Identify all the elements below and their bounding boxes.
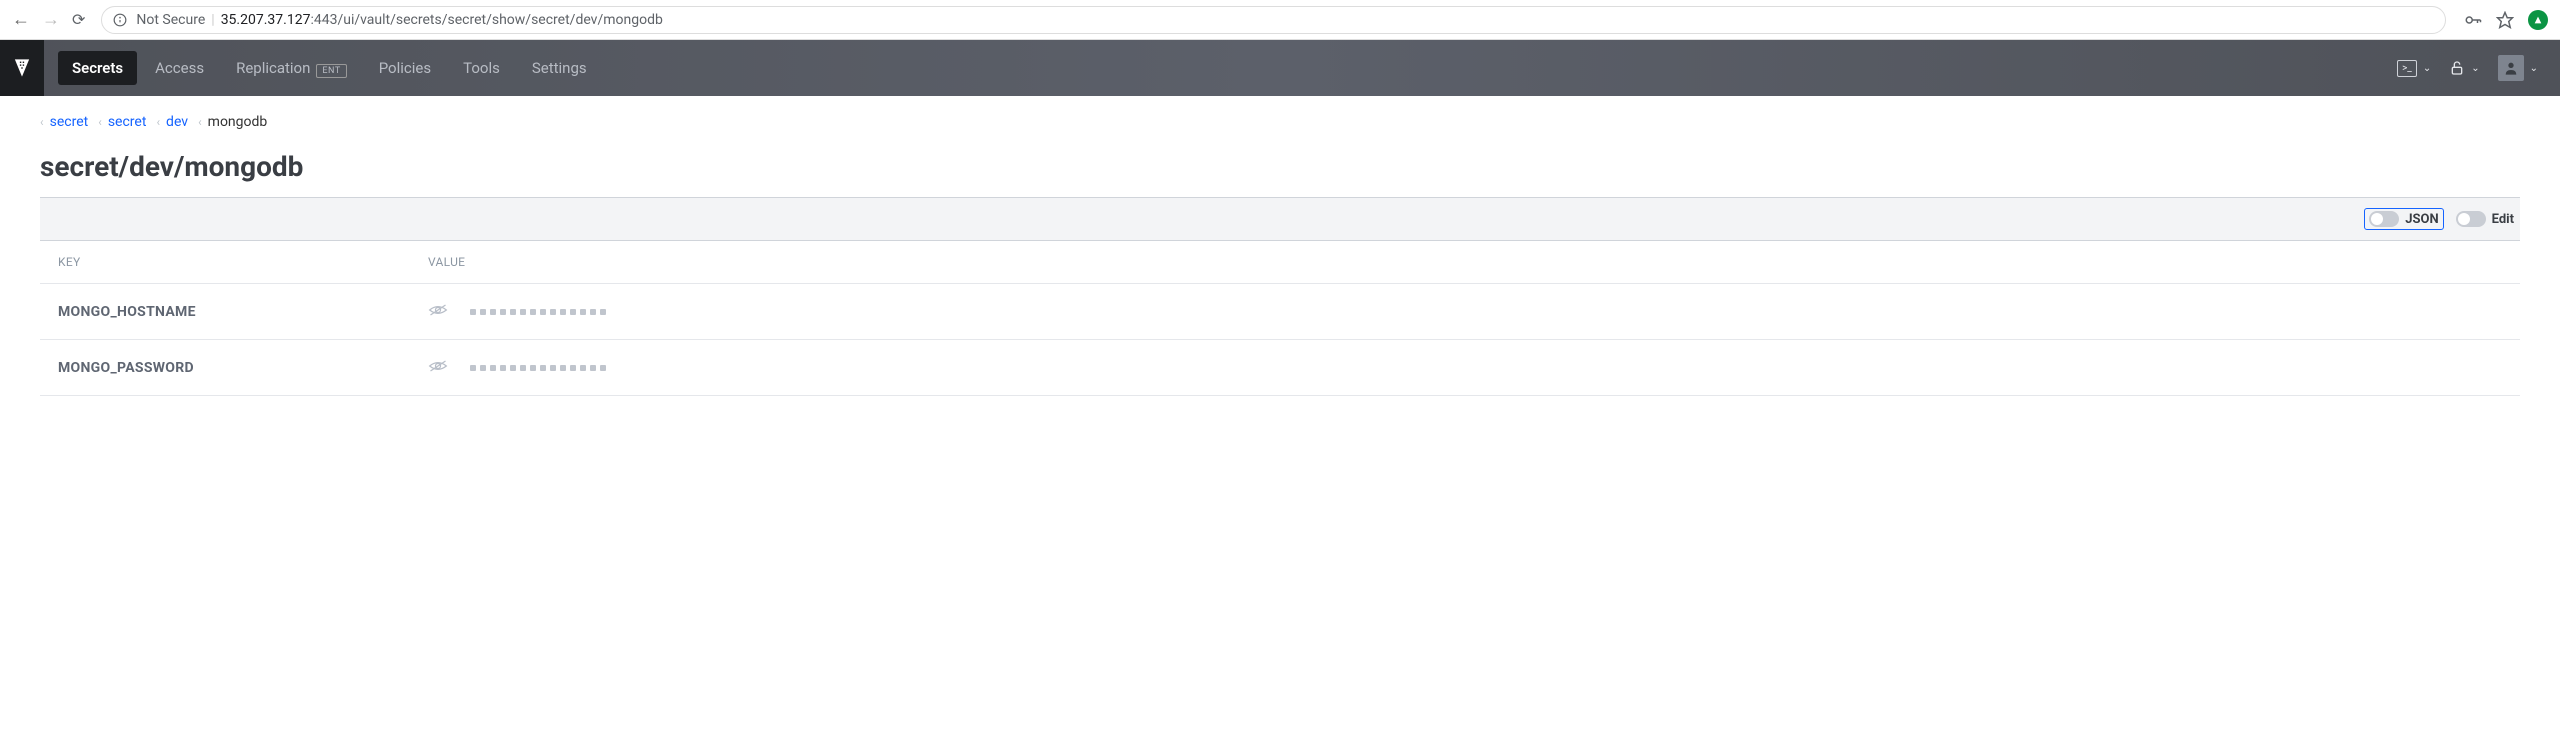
app-header: Secrets Access ReplicationENT Policies T… [0,40,2560,96]
back-button[interactable]: ← [12,9,30,30]
chevron-left-icon: ‹ [40,115,44,129]
reload-button[interactable]: ⟳ [72,10,85,29]
key-icon[interactable] [2464,11,2482,29]
chevron-left-icon: ‹ [156,115,160,129]
json-toggle-group: JSON [2364,208,2443,230]
table-row: MONGO_PASSWORD [40,340,2520,396]
chevron-left-icon: ‹ [98,115,102,129]
breadcrumb-link[interactable]: secret [108,114,147,130]
breadcrumb: ‹ secret ‹ secret ‹ dev ‹ mongodb [40,114,2520,130]
nav-secrets[interactable]: Secrets [58,51,137,85]
json-toggle[interactable] [2369,211,2399,227]
edit-toggle[interactable] [2456,211,2486,227]
masked-value [470,309,606,315]
chevron-down-icon: ⌄ [2530,63,2538,74]
col-key: KEY [58,255,428,269]
breadcrumb-current: mongodb [208,114,268,130]
reveal-icon[interactable] [428,302,448,321]
console-menu[interactable]: >_ ⌄ [2397,60,2431,77]
secret-toolbar: JSON Edit [40,197,2520,241]
star-icon[interactable] [2496,11,2514,29]
breadcrumb-link[interactable]: secret [50,114,89,130]
edit-toggle-group: Edit [2456,211,2514,227]
edit-label: Edit [2492,212,2514,227]
forward-button[interactable]: → [42,9,60,30]
secret-key: MONGO_PASSWORD [58,360,428,376]
page-title: secret/dev/mongodb [40,150,2520,183]
extension-icon[interactable] [2528,10,2548,30]
nav-access[interactable]: Access [141,51,218,85]
main-nav: Secrets Access ReplicationENT Policies T… [58,51,601,85]
breadcrumb-link[interactable]: dev [166,114,188,130]
table-row: MONGO_HOSTNAME [40,284,2520,340]
seal-status-menu[interactable]: ⌄ [2449,60,2479,76]
secrets-table: KEY VALUE MONGO_HOSTNAME MONGO_PASSWORD [40,241,2520,396]
chevron-down-icon: ⌄ [2471,63,2479,74]
user-menu[interactable]: ⌄ [2498,55,2538,81]
nav-policies[interactable]: Policies [365,51,445,85]
chevron-left-icon: ‹ [198,115,202,129]
json-label: JSON [2405,212,2438,227]
ent-badge: ENT [316,64,346,78]
url-path: :443/ui/vault/secrets/secret/show/secret… [310,12,662,28]
avatar-icon [2498,55,2524,81]
security-label: Not Secure [136,12,205,28]
reveal-icon[interactable] [428,358,448,377]
address-bar[interactable]: Not Secure | 35.207.37.127:443/ui/vault/… [101,6,2446,34]
chevron-down-icon: ⌄ [2423,63,2431,74]
col-value: VALUE [428,255,465,269]
masked-value [470,365,606,371]
vault-logo[interactable] [0,40,44,96]
info-icon [112,12,128,28]
nav-tools[interactable]: Tools [449,51,514,85]
browser-toolbar: ← → ⟳ Not Secure | 35.207.37.127:443/ui/… [0,0,2560,40]
nav-replication[interactable]: ReplicationENT [222,51,361,85]
nav-settings[interactable]: Settings [518,51,601,85]
unlock-icon [2449,60,2465,76]
console-icon: >_ [2397,60,2417,77]
secret-key: MONGO_HOSTNAME [58,304,428,320]
url-host: 35.207.37.127 [221,12,311,28]
